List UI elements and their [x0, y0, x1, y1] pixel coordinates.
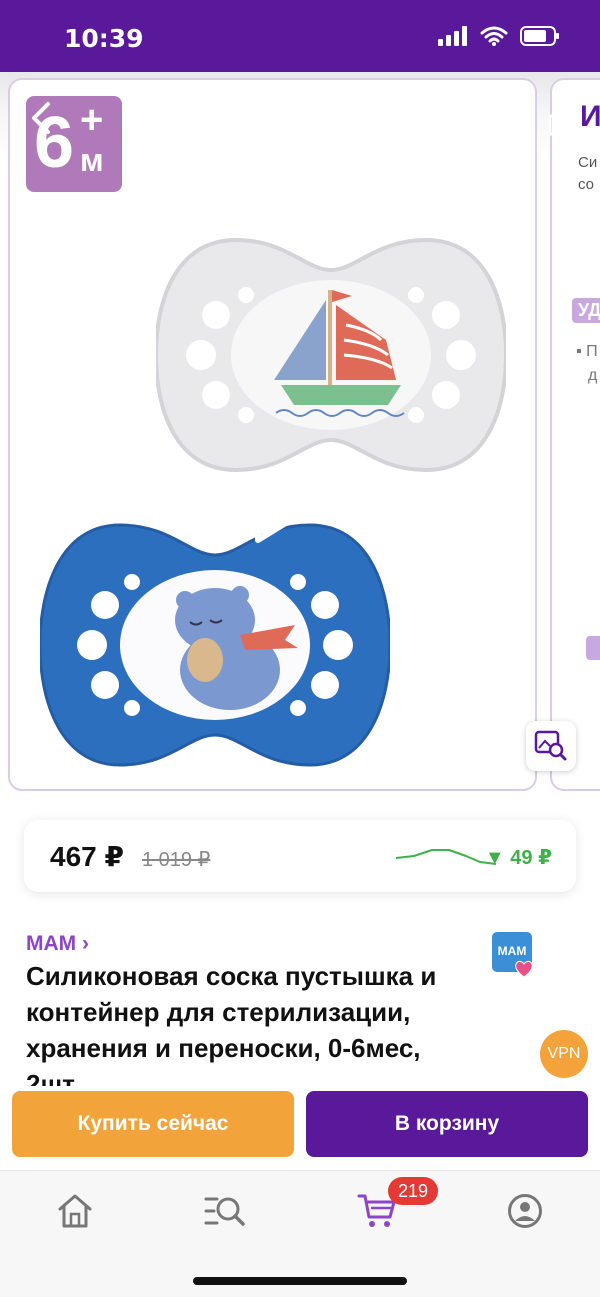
next-card-bullet-line: ▪ П: [576, 343, 598, 360]
price-history-sparkline: [395, 849, 497, 865]
wifi-icon: [480, 26, 508, 46]
price-drop-label: ▼ 49 ₽: [484, 847, 552, 869]
brand-logo[interactable]: MAM: [492, 932, 534, 978]
age-badge-unit: м: [80, 142, 104, 178]
favorite-button[interactable]: [466, 100, 504, 138]
status-time: 10:39: [64, 24, 144, 53]
status-bar: 10:39: [0, 0, 600, 72]
brand-logo-text: MAM: [497, 944, 527, 958]
profile-icon: [508, 1194, 542, 1228]
chevron-left-icon: [32, 102, 50, 134]
content-strip: [0, 1158, 600, 1170]
tab-home[interactable]: [50, 1189, 100, 1233]
next-card-bullet-line: д: [588, 367, 598, 384]
share-button[interactable]: [545, 98, 581, 138]
home-indicator: [193, 1277, 407, 1285]
pacifier-sailboat-image: [156, 237, 506, 473]
tab-profile[interactable]: [500, 1189, 550, 1233]
back-button[interactable]: [26, 100, 56, 136]
share-icon: [548, 100, 578, 136]
next-card-tag-2: [586, 636, 600, 660]
buy-now-button[interactable]: Купить сейчас: [12, 1091, 294, 1157]
next-card-tag: УД: [572, 298, 600, 323]
image-search-icon: [534, 730, 567, 761]
add-to-cart-button[interactable]: В корзину: [306, 1091, 588, 1157]
heart-icon: [467, 103, 503, 135]
product-title: Силиконовая соска пустышка и контейнер д…: [26, 961, 437, 1086]
play-video-button[interactable]: [250, 478, 310, 548]
next-card-title: И: [580, 100, 600, 133]
brand-link[interactable]: MAM ›: [26, 932, 89, 956]
vpn-badge[interactable]: VPN: [540, 1030, 588, 1078]
next-card-text: Си со: [578, 152, 597, 196]
next-card-text-line: со: [578, 176, 595, 193]
price-card[interactable]: 467 ₽ 1 019 ₽ ▼ 49 ₽: [24, 820, 576, 892]
next-card-bullets: ▪ П д: [576, 340, 598, 388]
catalog-search-icon: [204, 1197, 245, 1226]
battery-icon: [520, 26, 559, 46]
play-icon: [255, 483, 305, 543]
signal-icon: [438, 26, 467, 46]
home-icon: [58, 1194, 92, 1228]
image-search-button[interactable]: [526, 721, 576, 771]
next-card-text-line: Си: [578, 154, 598, 171]
next-image-card[interactable]: И Си со УД ▪ П д: [550, 78, 600, 791]
heart-icon: [515, 960, 533, 978]
status-icons: [438, 26, 560, 46]
tab-catalog-search[interactable]: [200, 1189, 250, 1233]
age-badge-plus: +: [80, 98, 104, 142]
current-price: 467 ₽: [50, 841, 124, 872]
cart-count-badge: 219: [388, 1177, 438, 1205]
old-price: 1 019 ₽: [142, 849, 211, 871]
pacifier-bear-image: [40, 523, 390, 767]
